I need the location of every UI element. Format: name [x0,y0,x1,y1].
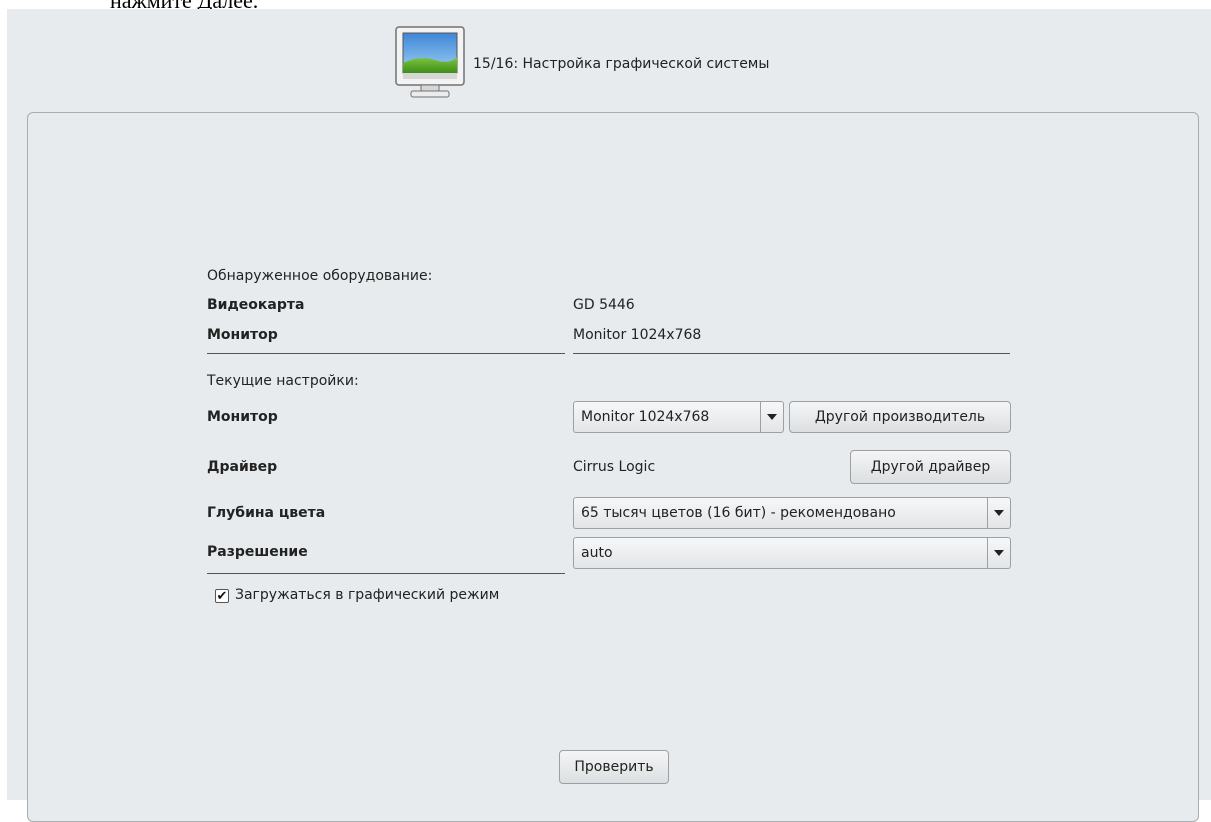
boot-graphical-checkbox[interactable]: ✔ [215,589,229,603]
video-card-value: GD 5446 [573,297,635,313]
color-depth-select[interactable]: 65 тысяч цветов (16 бит) - рекомендовано [573,497,1011,529]
detected-monitor-value: Monitor 1024x768 [573,327,702,343]
color-depth-label: Глубина цвета [207,505,326,521]
separator [573,353,1010,354]
detected-heading: Обнаруженное оборудование: [207,268,433,284]
resolution-select[interactable]: auto [573,537,1011,569]
current-heading: Текущие настройки: [207,373,359,389]
checkmark-icon: ✔ [216,588,228,604]
settings-panel: Обнаруженное оборудование: Видеокарта GD… [27,112,1199,822]
monitor-select[interactable]: Monitor 1024x768 [573,401,784,433]
page-title: 15/16: Настройка графической системы [473,56,770,72]
boot-graphical-label[interactable]: Загружаться в графический режим [235,587,499,603]
installer-screen: 15/16: Настройка графической системы Обн… [7,9,1211,822]
color-depth-select-value: 65 тысяч цветов (16 бит) - рекомендовано [581,505,896,521]
separator [207,353,565,354]
chevron-down-icon [987,538,1010,568]
detected-monitor-label: Монитор [207,327,278,343]
driver-label: Драйвер [207,459,278,475]
other-manufacturer-button[interactable]: Другой производитель [789,401,1011,433]
current-monitor-label: Монитор [207,409,278,425]
step-header: 15/16: Настройка графической системы [395,23,769,105]
video-card-label: Видеокарта [207,297,305,313]
monitor-icon [395,23,471,105]
resolution-label: Разрешение [207,544,308,560]
chevron-down-icon [760,402,783,432]
monitor-select-value: Monitor 1024x768 [581,409,710,425]
driver-value: Cirrus Logic [573,459,656,475]
resolution-select-value: auto [581,545,613,561]
test-button[interactable]: Проверить [559,750,669,784]
separator [207,573,565,574]
chevron-down-icon [987,498,1010,528]
other-driver-button[interactable]: Другой драйвер [850,450,1011,484]
